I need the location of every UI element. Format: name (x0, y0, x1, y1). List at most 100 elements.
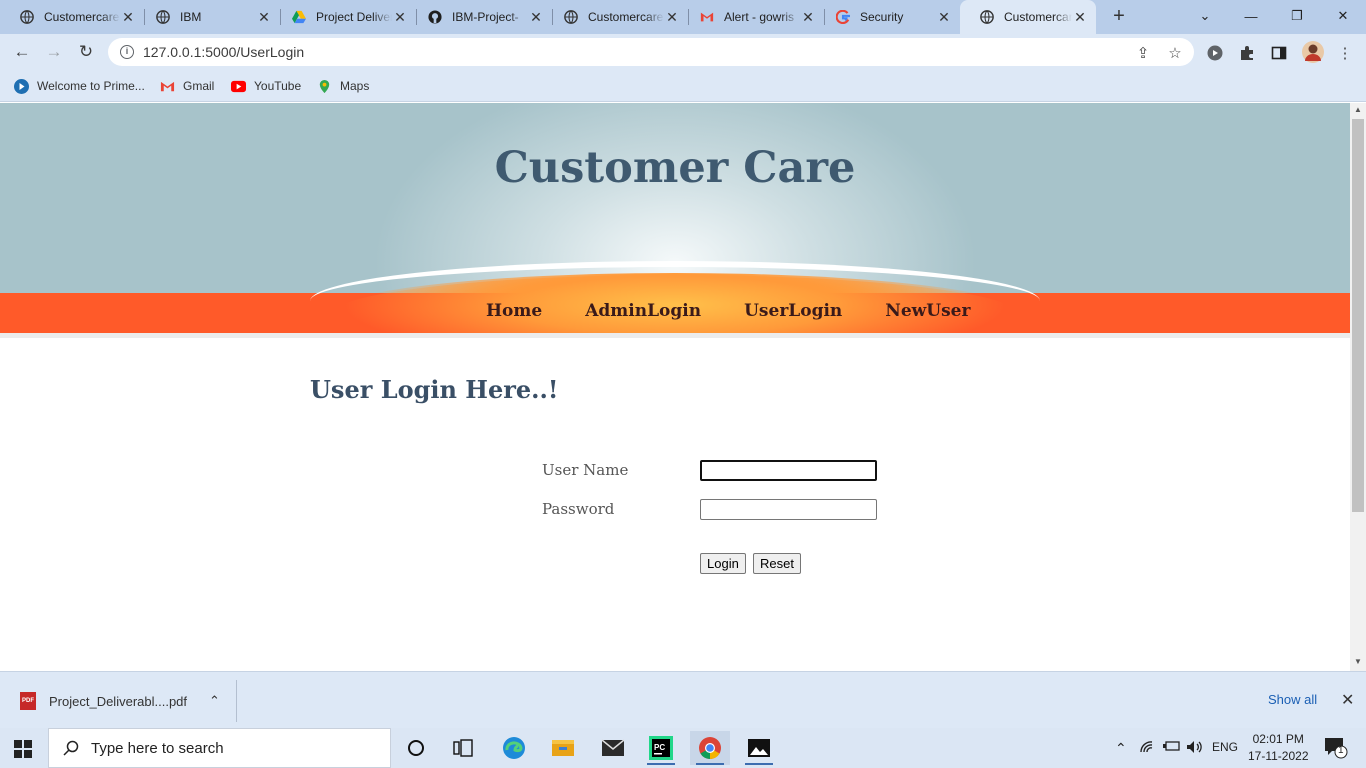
tab-label: Security (860, 10, 904, 24)
page-title: User Login Here..! (310, 375, 559, 404)
photos-icon[interactable] (739, 731, 779, 765)
close-window-button[interactable]: ✕ (1320, 0, 1366, 32)
pycharm-icon[interactable]: PC (641, 731, 681, 765)
reset-button[interactable]: Reset (753, 553, 801, 574)
close-icon[interactable]: ✕ (120, 9, 136, 25)
chrome-icon[interactable] (690, 731, 730, 765)
tab-project-deliverables[interactable]: Project Deliverables ✕ (272, 0, 416, 34)
mail-icon[interactable] (593, 731, 633, 765)
nav-home[interactable]: Home (486, 301, 542, 321)
close-icon[interactable]: ✕ (392, 9, 408, 25)
taskbar-search[interactable]: Type here to search (48, 728, 391, 768)
tab-gmail-alert[interactable]: Alert - gowris ✕ (680, 0, 824, 34)
minimize-button[interactable]: — (1228, 0, 1274, 32)
extension-circle-icon[interactable] (1206, 44, 1224, 62)
menu-kebab-icon[interactable]: ⋮ (1336, 44, 1354, 62)
tab-security[interactable]: Security ✕ (816, 0, 960, 34)
tab-customercare-1[interactable]: Customercare ✕ (0, 0, 144, 34)
bookmark-gmail[interactable]: Gmail (160, 76, 214, 96)
close-icon[interactable]: ✕ (800, 9, 816, 25)
pdf-icon: PDF (20, 692, 36, 710)
address-bar[interactable]: i 127.0.0.1:5000/UserLogin (108, 38, 1194, 66)
divider (0, 333, 1350, 338)
new-tab-button[interactable]: + (1108, 6, 1130, 28)
bookmarks-bar: Welcome to Prime... Gmail YouTube Maps (0, 70, 1366, 102)
nav-new-user[interactable]: NewUser (885, 301, 970, 321)
close-icon[interactable]: ✕ (664, 9, 680, 25)
password-input[interactable] (700, 499, 877, 520)
password-label: Password (542, 500, 615, 518)
scroll-thumb[interactable] (1352, 119, 1364, 512)
gmail-icon (160, 81, 175, 91)
bookmark-youtube[interactable]: YouTube (231, 76, 301, 96)
page-scrollbar[interactable]: ▲ ▼ (1350, 103, 1366, 671)
svg-text:PC: PC (654, 743, 665, 752)
site-title: Customer Care (494, 143, 856, 193)
tab-label: IBM-Project- (452, 10, 519, 24)
network-icon[interactable] (1140, 740, 1156, 757)
notification-count: 1 (1338, 745, 1344, 756)
avatar[interactable] (1302, 41, 1324, 63)
bookmark-label: Welcome to Prime... (37, 79, 145, 93)
language-indicator[interactable]: ENG (1212, 740, 1238, 754)
share-icon[interactable]: ⇪ (1134, 44, 1152, 62)
close-icon[interactable]: ✕ (1072, 9, 1088, 25)
back-button[interactable]: ← (8, 38, 36, 66)
clock-time: 02:01 PM (1252, 732, 1304, 746)
tab-label: IBM (180, 10, 202, 24)
scroll-up-icon[interactable]: ▲ (1354, 105, 1362, 114)
clock[interactable]: 02:01 PM 17-11-2022 (1248, 731, 1309, 765)
close-icon[interactable]: ✕ (528, 9, 544, 25)
web-page: Customer Care Home AdminLogin UserLogin … (0, 103, 1350, 671)
volume-icon[interactable] (1186, 740, 1204, 757)
tab-strip: Customercare ✕ IBM ✕ Project Deliverable… (0, 0, 1366, 34)
tab-label: Project Deliverables (316, 10, 392, 24)
bookmark-label: Maps (340, 79, 370, 93)
task-view-icon[interactable] (443, 731, 483, 765)
close-icon[interactable]: ✕ (256, 9, 272, 25)
login-button[interactable]: Login (700, 553, 746, 574)
tray-chevron-icon[interactable]: ⌃ (1115, 740, 1127, 757)
gmail-icon (700, 12, 714, 22)
edge-icon[interactable] (494, 731, 534, 765)
close-icon[interactable]: ✕ (936, 9, 952, 25)
file-explorer-icon[interactable] (543, 731, 583, 765)
drive-icon (292, 10, 306, 24)
notifications-icon[interactable]: 1 (1324, 737, 1348, 762)
tab-github[interactable]: IBM-Project- ✕ (408, 0, 552, 34)
tab-customercare-2[interactable]: Customercare ✕ (544, 0, 688, 34)
maps-icon (319, 79, 330, 93)
nav-user-login[interactable]: UserLogin (744, 301, 842, 321)
bookmark-star-icon[interactable]: ☆ (1166, 44, 1184, 62)
forward-button[interactable]: → (40, 38, 68, 66)
windows-start-icon[interactable] (14, 740, 32, 758)
info-icon[interactable]: i (120, 45, 134, 59)
tab-search-button[interactable]: ⌄ (1182, 0, 1228, 32)
tab-customercare-active[interactable]: Customercare ✕ (960, 0, 1096, 34)
scroll-down-icon[interactable]: ▼ (1354, 657, 1362, 666)
show-all-link[interactable]: Show all (1268, 692, 1317, 707)
google-icon (836, 10, 850, 24)
divider (236, 680, 237, 722)
prime-icon (14, 78, 29, 94)
download-item[interactable]: PDF Project_Deliverabl....pdf ⌃ (20, 692, 220, 710)
chevron-up-icon[interactable]: ⌃ (209, 693, 220, 709)
nav-admin-login[interactable]: AdminLogin (585, 301, 701, 321)
username-input[interactable] (700, 460, 877, 481)
close-icon[interactable]: ✕ (1341, 690, 1354, 710)
puzzle-icon[interactable] (1238, 44, 1256, 62)
restore-button[interactable]: ❐ (1274, 0, 1320, 32)
battery-icon[interactable] (1163, 740, 1181, 755)
bookmark-label: Gmail (183, 79, 215, 93)
tab-label: Customercare (588, 10, 664, 24)
bookmark-prime[interactable]: Welcome to Prime... (14, 76, 145, 96)
tab-label: Customercare (1004, 10, 1072, 24)
sidepanel-icon[interactable] (1270, 44, 1288, 62)
tab-label: Customercare (44, 10, 120, 24)
bookmark-maps[interactable]: Maps (317, 76, 369, 96)
cortana-icon[interactable] (396, 731, 436, 765)
search-placeholder: Type here to search (91, 739, 224, 757)
tab-ibm[interactable]: IBM ✕ (136, 0, 280, 34)
globe-icon (980, 10, 994, 24)
reload-button[interactable]: ↻ (72, 38, 100, 66)
